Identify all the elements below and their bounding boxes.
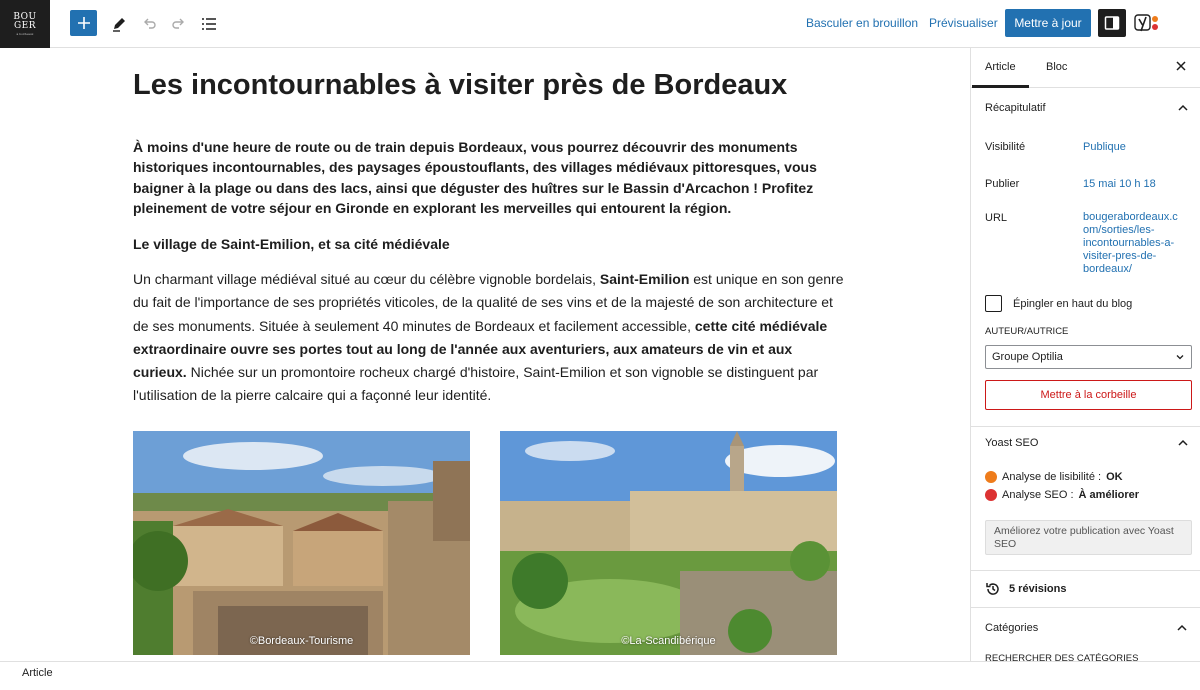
yoast-seo-button[interactable] [1132,9,1162,37]
settings-icon [1104,16,1120,30]
paragraph-text: Un charmant village médiéval situé au cœ… [133,271,600,287]
url-line: om/sorties/les- [1083,224,1155,236]
panel-divider [971,570,1200,571]
block-breadcrumb-bar: Article [0,661,1200,690]
url-line: incontournables-a- [1083,237,1175,249]
readability-status-icon [985,471,997,483]
gallery-image-saint-emilion-gardens[interactable]: ©La-Scandibérique [500,431,837,655]
panel-divider [971,607,1200,608]
body-paragraph[interactable]: Un charmant village médiéval situé au cœ… [133,268,845,408]
sticky-checkbox[interactable] [985,295,1002,312]
url-label: URL [985,212,1008,224]
editor-canvas: Les incontournables à visiter près de Bo… [0,49,970,661]
yoast-icon [1134,14,1158,32]
chevron-up-icon[interactable] [1177,436,1189,454]
yoast-panel: Yoast SEO Analyse de lisibilité : OK Ana… [971,428,1200,606]
move-to-trash-button[interactable]: Mettre à la corbeille [985,380,1192,410]
author-select-value: Groupe Optilia [992,351,1063,363]
paragraph-text: Nichée sur un promontoire rocheux chargé… [133,364,819,404]
undo-button[interactable] [135,10,163,38]
panel-divider [971,426,1200,427]
switch-to-draft-button[interactable]: Basculer en brouillon [806,16,918,30]
seo-status-icon [985,489,997,501]
tab-article[interactable]: Article [972,61,1028,88]
url-line: bougerabordeaux.c [1083,211,1178,223]
revisions-label: 5 révisions [1009,583,1067,595]
visibility-value[interactable]: Publique [1083,141,1126,154]
yoast-panel-title[interactable]: Yoast SEO [985,437,1038,449]
update-button[interactable]: Mettre à jour [1005,9,1091,37]
image-caption: ©Bordeaux-Tourisme [249,635,354,647]
yoast-promo-box[interactable]: Améliorez votre publication avec Yoast S… [985,520,1192,555]
list-view-icon [202,18,216,30]
preview-button[interactable]: Prévisualiser [929,16,998,30]
plus-icon [77,17,90,29]
publish-date-label: Publier [985,178,1020,190]
logo-line-2: GER [13,20,37,31]
sticky-label: Épingler en haut du blog [1013,298,1133,310]
redo-icon [172,18,184,29]
author-label: AUTEUR/AUTRICE [985,326,1069,337]
add-block-button[interactable] [70,10,97,36]
categories-panel-title[interactable]: Catégories [985,622,1038,634]
seo-label: Analyse SEO : [1002,489,1074,501]
chevron-up-icon[interactable] [1176,621,1188,639]
url-line: bordeaux/ [1083,263,1132,275]
gardens-photo [500,431,837,655]
readability-analysis[interactable]: Analyse de lisibilité : OK [985,471,1123,483]
visibility-label: Visibilité [985,141,1026,153]
revisions-link[interactable]: 5 révisions [985,581,1066,597]
gallery-image-saint-emilion-village[interactable]: ©Bordeaux-Tourisme [133,431,470,655]
settings-toggle-button[interactable] [1098,9,1126,37]
chevron-up-icon[interactable] [1177,101,1189,119]
logo-tagline: à bordeaux [16,31,34,36]
summary-panel: Récapitulatif Visibilité Publique Publie… [971,88,1200,468]
chevron-down-icon [1176,355,1184,360]
settings-sidebar: Article Bloc Récapitulatif Visibilité Pu… [970,48,1200,661]
close-sidebar-button[interactable] [1174,59,1188,78]
post-url-link[interactable]: bougerabordeaux.c om/sorties/les- incont… [1083,211,1188,276]
author-select[interactable]: Groupe Optilia [985,345,1192,369]
close-icon [1176,61,1186,71]
pen-icon [113,18,125,32]
readability-value: OK [1106,471,1123,483]
publish-date-value[interactable]: 15 mai 10 h 18 [1083,178,1156,191]
readability-label: Analyse de lisibilité : [1002,471,1102,483]
undo-icon [144,18,156,29]
category-search-label: RECHERCHER DES CATÉGORIES [985,653,1139,661]
tab-block[interactable]: Bloc [1046,61,1067,73]
redo-button[interactable] [165,10,193,38]
intro-paragraph[interactable]: À moins d'une heure de route ou de train… [133,137,843,218]
post-title[interactable]: Les incontournables à visiter près de Bo… [133,67,853,103]
sidebar-tabs: Article Bloc [971,48,1200,88]
site-logo[interactable]: BOU GER à bordeaux [0,0,50,48]
paragraph-bold-text: Saint-Emilion [599,271,690,287]
image-caption: ©La-Scandibérique [621,635,716,647]
village-photo [133,431,470,655]
tools-button[interactable] [105,10,133,38]
editor-top-bar: BOU GER à bordeaux Basculer en brouillon… [0,0,1200,48]
url-line: visiter-pres-de- [1083,250,1157,262]
seo-value: À améliorer [1078,489,1140,501]
list-view-button[interactable] [195,10,223,38]
section-heading[interactable]: Le village de Saint-Emilion, et sa cité … [133,236,833,252]
seo-analysis[interactable]: Analyse SEO : À améliorer [985,489,1139,501]
history-icon [986,583,999,595]
breadcrumb-item[interactable]: Article [22,667,53,679]
summary-panel-title[interactable]: Récapitulatif [985,102,1046,114]
